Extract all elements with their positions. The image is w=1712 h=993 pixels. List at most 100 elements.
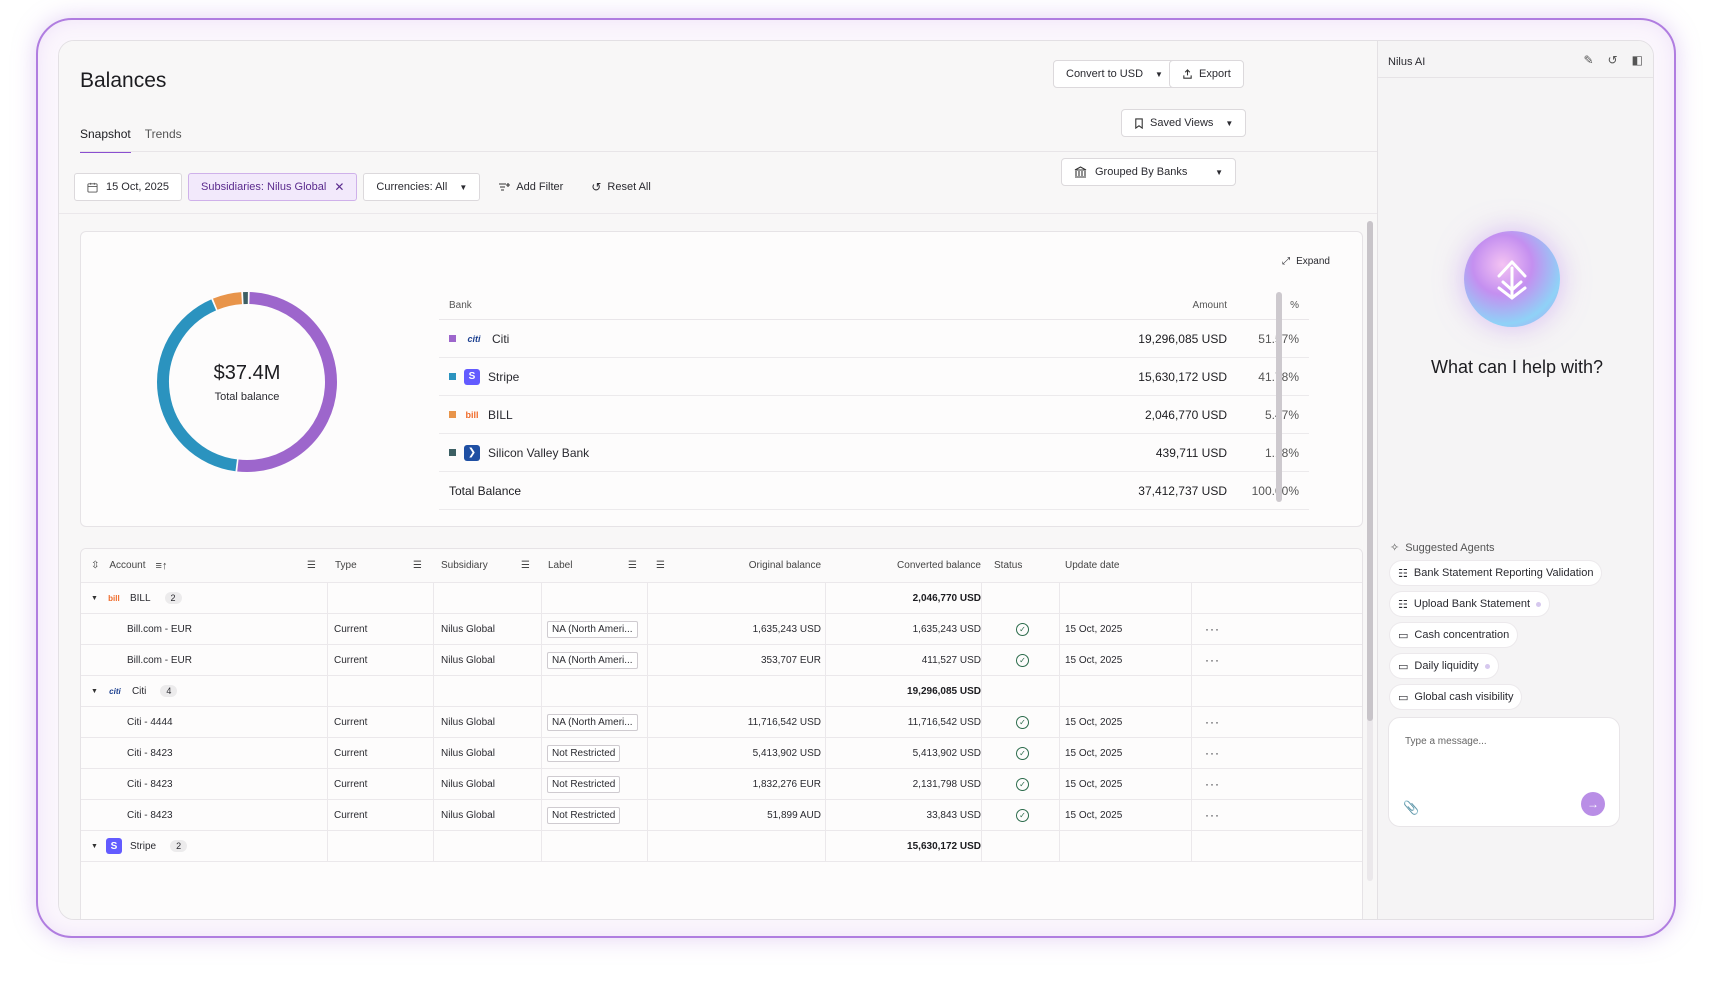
more-options-icon[interactable]: ··· — [1205, 707, 1220, 737]
edit-icon[interactable]: ✎ — [1584, 53, 1594, 67]
update-date: 15 Oct, 2025 — [1065, 747, 1123, 759]
column-divider — [1191, 614, 1192, 644]
saved-views-dropdown[interactable]: Saved Views ▼ — [1121, 109, 1247, 137]
more-options-icon[interactable]: ··· — [1205, 738, 1220, 768]
filter-icon[interactable]: ☰ — [521, 549, 530, 582]
column-divider — [433, 676, 434, 706]
account-row[interactable]: Citi - 4444 Current Nilus Global NA (Nor… — [81, 707, 1362, 738]
account-name: Bill.com - EUR — [127, 623, 193, 635]
column-divider — [825, 645, 826, 675]
more-options-icon[interactable]: ··· — [1205, 769, 1220, 799]
column-divider — [1059, 583, 1060, 613]
filter-icon[interactable]: ☰ — [628, 549, 637, 582]
convert-currency-dropdown[interactable]: Convert to USD ▼ — [1053, 60, 1176, 88]
message-input[interactable]: Type a message... — [1405, 736, 1487, 747]
card-scrollbar[interactable] — [1276, 292, 1282, 502]
account-group-row[interactable]: ▼ bill BILL 2 2,046,770 USD — [81, 583, 1362, 614]
col-type: Type — [335, 560, 357, 571]
account-subsidiary: Nilus Global — [441, 654, 495, 666]
attach-icon[interactable]: 📎 — [1403, 800, 1419, 816]
chevron-down-icon[interactable]: ▼ — [91, 595, 98, 602]
converted-balance: 33,843 USD — [926, 809, 981, 821]
more-options-icon[interactable]: ··· — [1205, 800, 1220, 830]
account-row[interactable]: Bill.com - EUR Current Nilus Global NA (… — [81, 614, 1362, 645]
account-label-tag[interactable]: NA (North Ameri... — [547, 620, 638, 638]
more-options-icon[interactable]: ··· — [1205, 614, 1220, 644]
column-divider — [981, 583, 982, 613]
export-button[interactable]: Export — [1169, 60, 1244, 88]
account-name: Citi - 4444 — [127, 716, 173, 728]
filter-icon[interactable]: ☰ — [656, 549, 665, 582]
bank-row-citi[interactable]: citi Citi 19,296,085 USD 51.57% — [439, 320, 1309, 358]
bank-row-svb[interactable]: ❯ Silicon Valley Bank 439,711 USD 1.18% — [439, 434, 1309, 472]
column-divider — [327, 707, 328, 737]
group-converted-balance: 15,630,172 USD — [907, 840, 981, 852]
suggestion-bank-statement-validation[interactable]: ☷ Bank Statement Reporting Validation — [1390, 561, 1602, 585]
column-divider — [647, 707, 648, 737]
bank-row-stripe[interactable]: S Stripe 15,630,172 USD 41.78% — [439, 358, 1309, 396]
column-divider — [1059, 614, 1060, 644]
chevron-down-icon[interactable]: ▼ — [91, 843, 98, 850]
column-divider — [1191, 645, 1192, 675]
expand-button[interactable]: ⤢ Expand — [1282, 256, 1330, 267]
money-icon: ▭ — [1398, 691, 1409, 704]
account-row[interactable]: Citi - 8423 Current Nilus Global Not Res… — [81, 800, 1362, 831]
suggestion-upload-bank-statement[interactable]: ☷ Upload Bank Statement — [1390, 592, 1550, 616]
bank-name: Stripe — [488, 369, 520, 384]
filter-bar: 15 Oct, 2025 Subsidiaries: Nilus Global … — [74, 173, 651, 201]
column-divider — [433, 800, 434, 830]
tabs-divider — [80, 151, 1377, 152]
column-divider — [327, 738, 328, 768]
filter-icon[interactable]: ☰ — [413, 549, 422, 582]
reset-icon: ↺ — [591, 180, 602, 194]
add-filter-label: Add Filter — [516, 181, 564, 193]
group-by-dropdown[interactable]: Grouped By Banks ▼ — [1061, 158, 1236, 186]
account-row[interactable]: Citi - 8423 Current Nilus Global Not Res… — [81, 738, 1362, 769]
reset-all-button[interactable]: ↺ Reset All — [591, 180, 650, 194]
chevron-down-icon: ▼ — [1155, 69, 1163, 79]
account-label-tag[interactable]: Not Restricted — [547, 744, 621, 762]
filter-icon[interactable]: ☰ — [307, 549, 316, 582]
close-icon[interactable]: ✕ — [334, 180, 344, 194]
account-type: Current — [334, 623, 368, 635]
account-group-row[interactable]: ▼ S Stripe 2 15,630,172 USD — [81, 831, 1362, 862]
suggestion-daily-liquidity[interactable]: ▭ Daily liquidity — [1390, 654, 1498, 678]
currencies-filter[interactable]: Currencies: All ▼ — [363, 173, 481, 201]
account-label-tag[interactable]: NA (North Ameri... — [547, 651, 638, 669]
message-composer[interactable]: Type a message... 📎 → — [1388, 717, 1620, 827]
add-filter-button[interactable]: Add Filter — [498, 181, 563, 193]
history-icon[interactable]: ↺ — [1608, 53, 1618, 67]
original-balance: 11,716,542 USD — [747, 716, 821, 728]
collapse-panel-icon[interactable]: ◧ — [1632, 53, 1643, 67]
tab-trends[interactable]: Trends — [145, 125, 182, 153]
check-circle-icon: ✓ — [1016, 746, 1029, 760]
sort-icon[interactable]: ≡↑ — [156, 560, 168, 572]
suggestion-global-cash-visibility[interactable]: ▭ Global cash visibility — [1390, 685, 1522, 709]
subsidiaries-filter[interactable]: Subsidiaries: Nilus Global ✕ — [188, 173, 358, 201]
date-picker[interactable]: 15 Oct, 2025 — [74, 173, 182, 201]
account-type: Current — [334, 809, 368, 821]
account-row[interactable]: Bill.com - EUR Current Nilus Global NA (… — [81, 645, 1362, 676]
tab-snapshot[interactable]: Snapshot — [80, 125, 131, 153]
chevron-down-icon[interactable]: ▼ — [91, 688, 98, 695]
column-divider — [1191, 583, 1192, 613]
send-button[interactable]: → — [1581, 792, 1605, 816]
account-label-tag[interactable]: Not Restricted — [547, 806, 621, 824]
check-circle-icon: ✓ — [1016, 808, 1029, 822]
column-divider — [1059, 800, 1060, 830]
col-pct: % — [1290, 300, 1299, 311]
account-group-row[interactable]: ▼ citi Citi 4 19,296,085 USD — [81, 676, 1362, 707]
account-label-tag[interactable]: Not Restricted — [547, 775, 621, 793]
col-label: Label — [548, 560, 573, 571]
account-row[interactable]: Citi - 8423 Current Nilus Global Not Res… — [81, 769, 1362, 800]
bank-row-bill[interactable]: bill BILL 2,046,770 USD 5.47% — [439, 396, 1309, 434]
account-name: Citi - 8423 — [127, 809, 173, 821]
collapse-all-icon[interactable]: ⇳ — [91, 560, 99, 571]
more-options-icon[interactable]: ··· — [1205, 645, 1220, 675]
column-divider — [327, 645, 328, 675]
total-balance-value: $37.4M — [213, 361, 281, 384]
nilus-logo-icon — [1497, 260, 1527, 300]
main-scrollbar-thumb[interactable] — [1367, 221, 1373, 721]
suggestion-cash-concentration[interactable]: ▭ Cash concentration — [1390, 623, 1518, 647]
account-label-tag[interactable]: NA (North Ameri... — [547, 713, 638, 731]
